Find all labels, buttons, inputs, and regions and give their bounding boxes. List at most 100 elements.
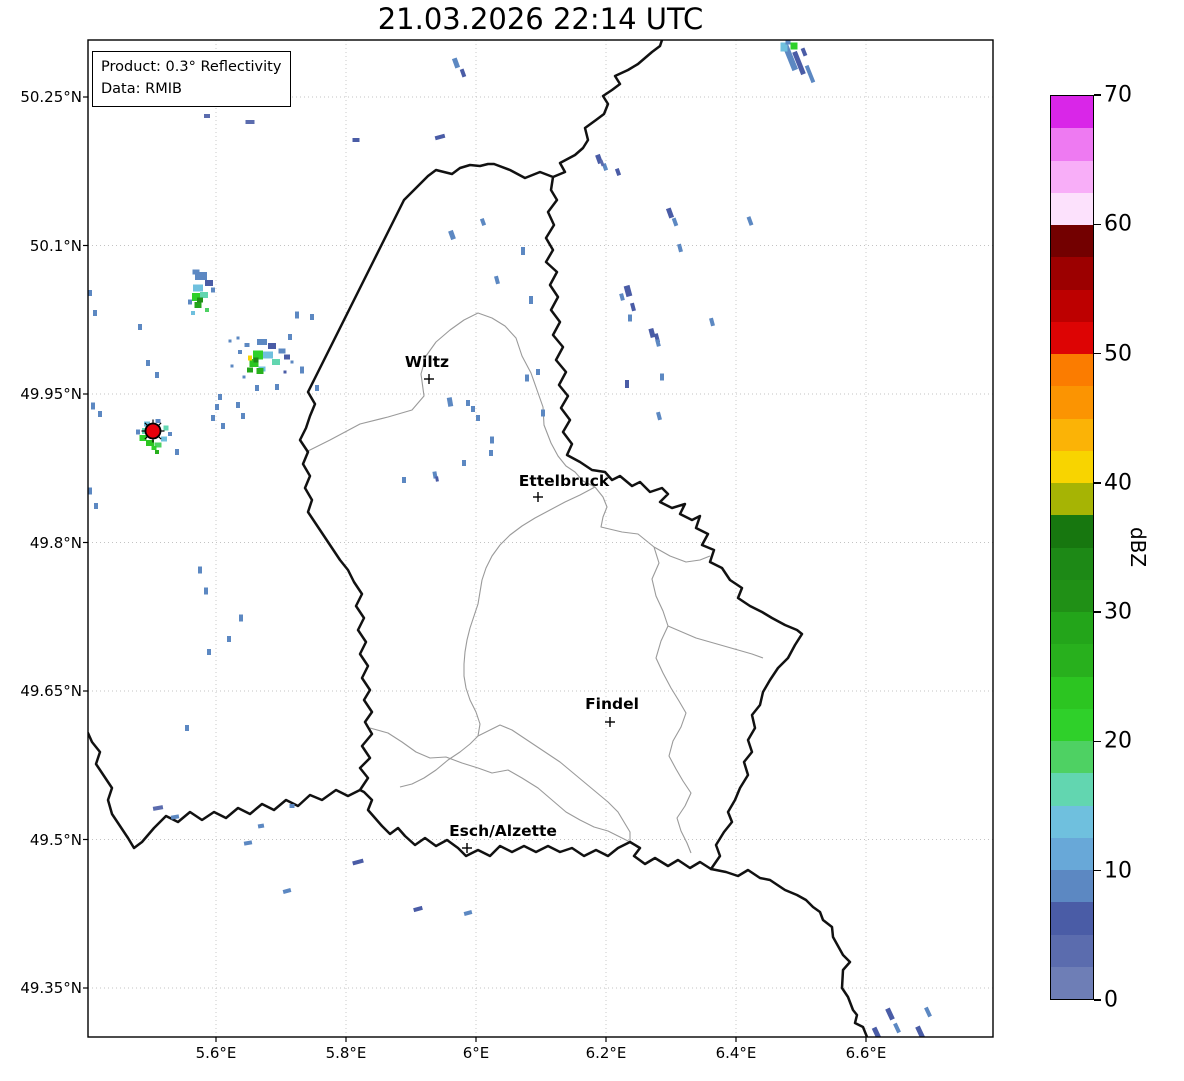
- radar-echo-cell: [494, 275, 500, 285]
- radar-echo-cell: [290, 360, 294, 364]
- colorbar-segment: [1051, 934, 1093, 967]
- radar-echo-cell: [489, 450, 493, 456]
- radar-echo-cell: [170, 814, 180, 820]
- colorbar-title: dBZ: [1126, 526, 1150, 568]
- radar-echo-cell: [283, 370, 287, 374]
- x-axis-tick-label: 6.6°E: [845, 1044, 887, 1062]
- radar-echo-cell: [625, 380, 629, 388]
- radar-echo-cell: [628, 314, 632, 322]
- radar-echo-cell: [155, 450, 159, 454]
- radar-echo-cell: [479, 218, 487, 226]
- country-border-path: [88, 731, 362, 850]
- colorbar-tick-label: 10: [1104, 858, 1132, 884]
- radar-echo-cell: [204, 114, 210, 118]
- radar-echo-cell: [146, 360, 150, 366]
- radar-echo-cell: [91, 402, 95, 410]
- colorbar-segment: [1051, 837, 1093, 870]
- colorbar-tick-label: 20: [1104, 728, 1132, 754]
- x-axis-tick-label: 5.6°E: [195, 1044, 237, 1062]
- radar-echo-cell: [671, 217, 679, 227]
- colorbar-tick-label: 40: [1104, 470, 1132, 496]
- radar-echo-cell: [413, 905, 423, 913]
- y-axis-tick-label: 50.1°N: [29, 236, 82, 255]
- radar-echo-cell: [289, 804, 295, 808]
- city-label: Esch/Alzette: [449, 822, 557, 840]
- radar-echo-cell: [155, 372, 159, 378]
- radar-echo-cell: [263, 351, 273, 359]
- radar-echo-cell: [204, 587, 208, 595]
- radar-echo-cell: [205, 280, 213, 286]
- radar-echo-cell: [193, 284, 203, 292]
- radar-echo-cell: [257, 339, 267, 345]
- colorbar-segment: [1051, 741, 1093, 774]
- y-axis-tick-label: 50.25°N: [20, 88, 82, 106]
- colorbar-tick-mark: [1094, 999, 1101, 1001]
- colorbar-segment: [1051, 128, 1093, 161]
- radar-echo-cell: [295, 311, 299, 319]
- radar-echo-cell: [434, 133, 446, 141]
- radar-echo-cell: [619, 293, 625, 301]
- colorbar-tick-mark: [1094, 223, 1101, 225]
- radar-echo-cell: [205, 308, 209, 312]
- radar-echo-cell: [630, 302, 636, 312]
- colorbar-tick-label: 60: [1104, 211, 1132, 237]
- radar-echo-cell: [614, 168, 622, 176]
- product-line: Product: 0.3° Reflectivity: [101, 59, 282, 75]
- colorbar-segment: [1051, 450, 1093, 483]
- radar-echo-cell: [198, 566, 202, 574]
- colorbar-segment: [1051, 289, 1093, 322]
- radar-echo-cell: [257, 823, 265, 829]
- colorbar-segment: [1051, 579, 1093, 612]
- radar-echo-cell: [893, 1022, 901, 1034]
- colorbar-segment: [1051, 354, 1093, 387]
- radar-echo-cell: [463, 910, 473, 916]
- colorbar-segment: [1051, 96, 1093, 129]
- radar-echo-cell: [352, 138, 360, 142]
- radar-echo-cell: [155, 419, 161, 423]
- radar-site-marker: [144, 422, 162, 440]
- radar-echo-cell: [282, 888, 292, 894]
- colorbar-tick-mark: [1094, 611, 1101, 613]
- radar-echo-cell: [648, 328, 656, 338]
- radar-echo-cell: [677, 243, 683, 253]
- radar-map-canvas: [83, 39, 994, 1042]
- radar-echo-cell: [151, 446, 157, 450]
- radar-echo-cell: [161, 436, 167, 442]
- radar-echo-cell: [175, 449, 179, 455]
- radar-echo-cell: [268, 343, 276, 349]
- radar-echo-cell: [253, 357, 259, 363]
- radar-echo-cell: [435, 476, 439, 482]
- city-label: Ettelbruck: [518, 472, 610, 490]
- radar-echo-cell: [247, 367, 253, 373]
- radar-echo-cell: [211, 415, 215, 421]
- radar-echo-cell: [236, 336, 240, 340]
- radar-echo-cell: [256, 368, 264, 374]
- product-info-box: Product: 0.3° Reflectivity Data: RMIB: [92, 51, 292, 107]
- radar-echo-cell: [245, 120, 255, 124]
- radar-echo-cell: [138, 324, 142, 330]
- radar-echo-cell: [168, 432, 172, 436]
- radar-echo-cell: [476, 415, 480, 421]
- colorbar-segment: [1051, 612, 1093, 645]
- radar-echo-cell: [243, 840, 253, 846]
- radar-echo-cell: [248, 355, 252, 361]
- radar-echo-cell: [451, 57, 461, 69]
- colorbar-segment: [1051, 902, 1093, 935]
- radar-echo-cell: [315, 385, 319, 391]
- map-plot-area: [88, 40, 993, 1037]
- radar-echo-cell: [136, 429, 140, 435]
- colorbar-segment: [1051, 321, 1093, 354]
- radar-echo-cell: [197, 297, 203, 303]
- colorbar-tick-label: 0: [1104, 987, 1118, 1013]
- radar-echo-cell: [94, 503, 98, 509]
- radar-echo-cell: [228, 339, 232, 343]
- y-axis-tick-label: 49.35°N: [20, 979, 82, 997]
- radar-echo-cell: [211, 287, 215, 293]
- colorbar-segment: [1051, 192, 1093, 225]
- country-border-path: [709, 867, 869, 1037]
- radar-echo-cell: [446, 397, 454, 407]
- radar-echo-cell: [800, 47, 808, 57]
- radar-echo-cell: [623, 284, 633, 298]
- colorbar-segment: [1051, 386, 1093, 419]
- radar-echo-cell: [93, 310, 97, 316]
